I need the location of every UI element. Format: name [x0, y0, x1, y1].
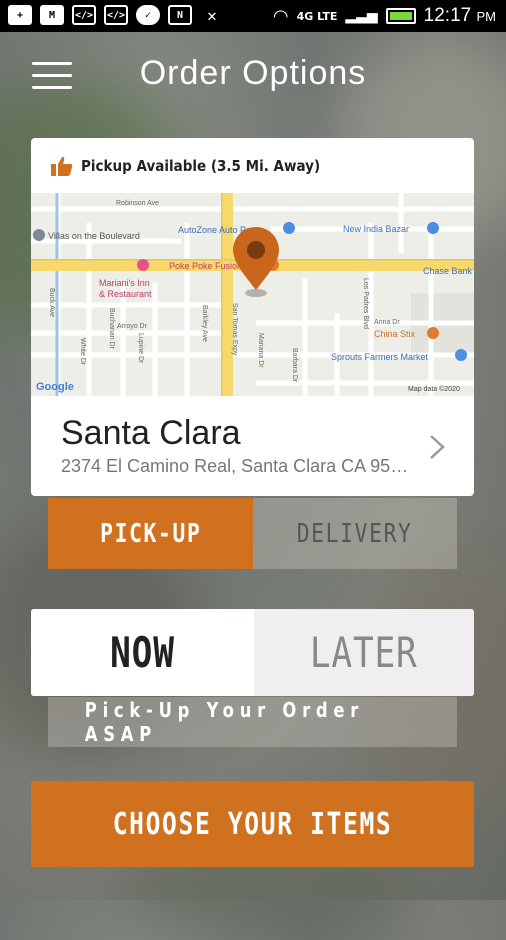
thumbs-up-icon	[51, 156, 73, 176]
map-label: Sprouts Farmers Market	[331, 352, 429, 362]
map-label: Buck Ave	[48, 288, 55, 317]
pickup-availability-text: Pickup Available (3.5 Mi. Away)	[81, 156, 321, 175]
map-label: Arroyo Dr	[117, 323, 148, 330]
chat-icon: ✓	[136, 5, 160, 25]
map-label: Chase Bank	[423, 266, 473, 276]
order-time-toggle: NOW LATER	[31, 609, 474, 696]
gmail-icon: M	[40, 5, 64, 25]
map-label: Buchanan Dr	[108, 308, 115, 350]
signal-icon: ▂▃▅	[345, 8, 378, 24]
code-icon: </>	[104, 5, 128, 25]
map-label: Barkley Ave	[201, 305, 208, 342]
clock: 12:17 PM	[423, 5, 496, 26]
map-label: White Dr	[79, 338, 86, 366]
battery-icon	[385, 8, 416, 24]
map-label: New India Bazar	[343, 224, 409, 234]
map-attribution: Map data ©2020	[408, 385, 460, 393]
store-map[interactable]: Robinson Ave Villas on the Boulevard Aut…	[31, 193, 474, 396]
store-name: Santa Clara	[61, 414, 241, 452]
code-icon: </>	[72, 5, 96, 25]
nfc-icon: N	[168, 5, 192, 25]
map-label: Anna Dr	[374, 319, 400, 326]
plus-icon: +	[8, 5, 32, 25]
map-label: Barbara Dr	[291, 348, 298, 383]
delivery-option[interactable]: DELIVERY	[253, 498, 457, 569]
google-logo: Google	[36, 381, 74, 393]
pickup-availability: Pickup Available (3.5 Mi. Away)	[31, 138, 474, 193]
now-option[interactable]: NOW	[31, 609, 254, 696]
store-address: 2374 El Camino Real, Santa Clara CA 9505…	[61, 456, 411, 476]
map-label: Los Padres Blvd	[362, 278, 369, 329]
order-time-hint: Pick-Up Your Order ASAP	[48, 697, 457, 747]
order-method-toggle: PICK-UP DELIVERY	[48, 498, 457, 569]
map-label: Lupine Dr	[137, 333, 144, 364]
map-label: Mariana Dr	[257, 333, 264, 368]
map-label: China Stix	[374, 329, 416, 339]
store-info[interactable]: Santa Clara 2374 El Camino Real, Santa C…	[31, 396, 474, 496]
map-label: San Tomas Expy	[231, 303, 238, 356]
chevron-right-icon[interactable]	[428, 434, 446, 460]
map-label: Poke Poke Fusion	[169, 261, 242, 271]
map-label: & Restaurant	[99, 289, 152, 299]
wifi-icon: ◠	[272, 5, 289, 27]
store-card[interactable]: Pickup Available (3.5 Mi. Away) Robinson…	[31, 138, 474, 496]
mute-icon: ✕	[207, 5, 217, 25]
network-label: 4G LTE	[296, 9, 338, 23]
choose-items-button[interactable]: CHOOSE YOUR ITEMS	[31, 781, 474, 867]
map-label: Villas on the Boulevard	[48, 231, 140, 241]
pickup-option[interactable]: PICK-UP	[48, 498, 253, 569]
app-header: Order Options	[0, 40, 506, 115]
later-option[interactable]: LATER	[254, 609, 474, 696]
map-label: Robinson Ave	[116, 200, 159, 207]
map-label: Mariani's Inn	[99, 278, 150, 288]
page-title: Order Options	[139, 54, 367, 92]
status-bar: + M </> </> ✓ N ✕ ◠ 4G LTE ▂▃▅ 12:17 PM	[0, 0, 506, 32]
